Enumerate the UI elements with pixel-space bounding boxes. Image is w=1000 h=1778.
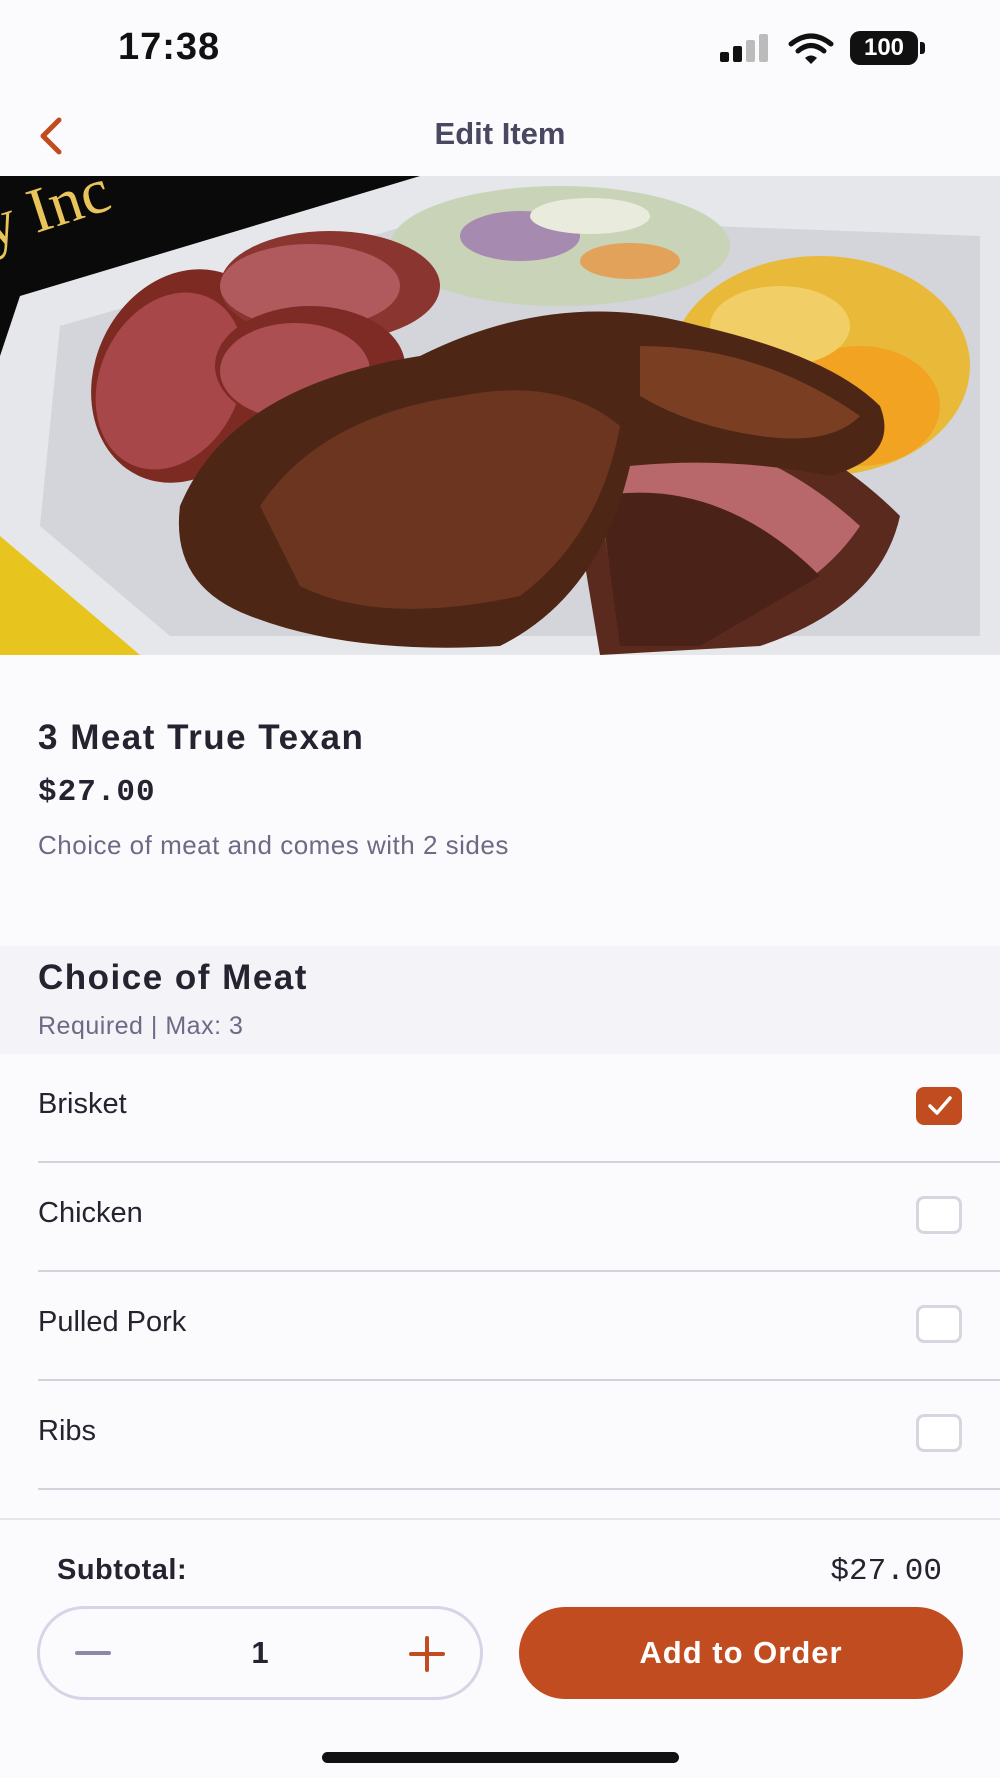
add-to-order-button[interactable]: Add to Order (519, 1607, 963, 1699)
status-time: 17:38 (118, 26, 221, 68)
modifier-section-header: Choice of Meat Required | Max: 3 (0, 946, 1000, 1054)
bottom-bar: Subtotal: $27.00 1 Add to Order (0, 1518, 1000, 1778)
checkmark-icon (928, 1096, 952, 1115)
checkbox[interactable] (916, 1414, 962, 1452)
subtotal-label: Subtotal: (57, 1554, 188, 1586)
option-row-ribs[interactable]: Ribs (38, 1381, 1000, 1490)
quantity-stepper: 1 (37, 1606, 483, 1700)
battery-tip (920, 42, 925, 54)
option-label: Brisket (38, 1088, 127, 1120)
page-title: Edit Item (434, 116, 566, 151)
option-row-chicken[interactable]: Chicken (38, 1163, 1000, 1272)
option-row-brisket[interactable]: Brisket (38, 1054, 1000, 1163)
plus-icon (409, 1636, 445, 1672)
checkbox[interactable] (916, 1196, 962, 1234)
option-list: Brisket Chicken Pulled Pork Ribs (0, 1054, 1000, 1490)
option-label: Ribs (38, 1415, 97, 1447)
battery-icon: 100 (850, 31, 926, 65)
item-description: Choice of meat and comes with 2 sides (38, 830, 509, 860)
item-image: y Inc (0, 176, 1000, 655)
option-row-pulled-pork[interactable]: Pulled Pork (38, 1272, 1000, 1381)
checkbox-checked[interactable] (916, 1087, 962, 1125)
section-title: Choice of Meat (38, 958, 308, 997)
option-label: Chicken (38, 1197, 143, 1229)
option-label: Pulled Pork (38, 1306, 187, 1338)
checkbox[interactable] (916, 1305, 962, 1343)
increase-quantity-button[interactable] (402, 1629, 452, 1679)
cellular-signal-icon (720, 34, 768, 62)
subtotal-value: $27.00 (830, 1554, 942, 1589)
nav-bar: Edit Item (0, 96, 1000, 176)
item-name: 3 Meat True Texan (38, 718, 365, 757)
home-indicator (322, 1752, 679, 1763)
battery-level: 100 (850, 31, 918, 65)
item-price: $27.00 (38, 775, 156, 810)
section-requirement: Required | Max: 3 (38, 1012, 244, 1040)
status-bar: 17:38 100 (0, 0, 1000, 96)
wifi-icon (788, 33, 834, 64)
